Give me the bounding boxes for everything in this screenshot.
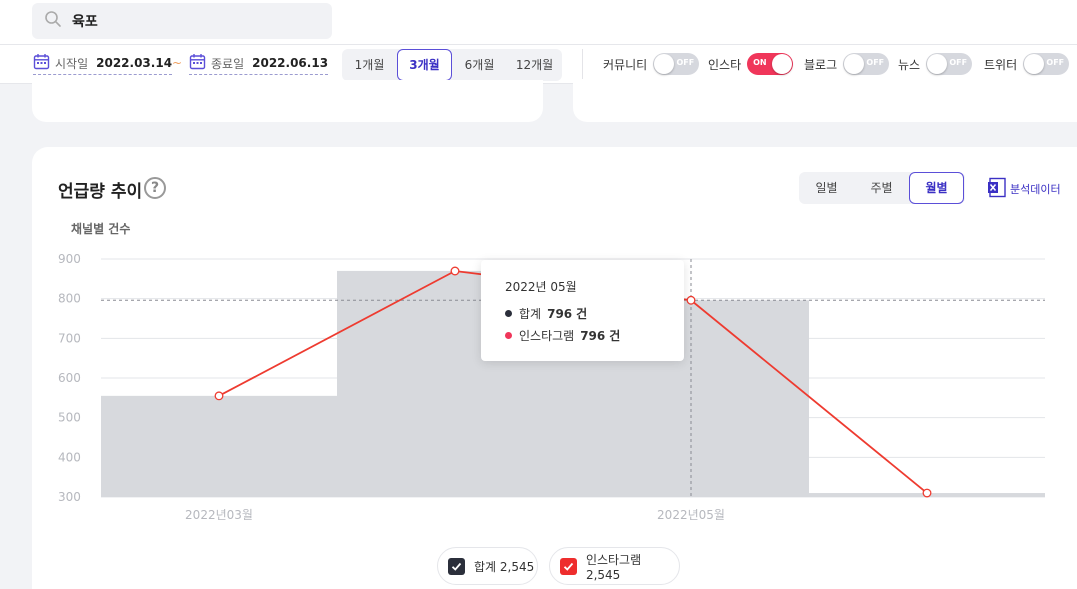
toggle-switch[interactable]: OFF [843,53,890,75]
summary-card-right [573,80,1077,122]
data-point [922,488,932,498]
y-tick-label: 400 [58,450,81,464]
channel-label: 커뮤니티 [603,57,648,72]
y-tick-label: 500 [58,411,81,425]
check-icon [560,557,577,575]
end-date-field[interactable]: 종료일 2022.06.13 [189,53,329,75]
channel-label: 트위터 [984,57,1018,72]
toggle-state: OFF [676,58,695,67]
toggle-state: OFF [866,58,885,67]
legend-label: 합계 2,545 [474,559,535,574]
start-date-label: 시작일 [55,56,89,71]
x-tick-label: 2022년05월 [657,508,725,522]
chart-tooltip: 2022년 05월 합계 796 건 인스타그램 796 건 [481,260,684,361]
y-tick-labels: 900 800 700 600 500 400 300 [58,252,81,504]
legend-toggle-sum[interactable]: 합계 2,545 [437,547,538,585]
toggle-switch[interactable]: ON [747,53,794,75]
channel-toggle-news[interactable]: 뉴스 OFF [898,53,973,75]
search-input[interactable]: 육포 [72,11,98,31]
date-range-separator: ~ [172,56,183,70]
calendar-icon [189,53,211,74]
y-tick-label: 900 [58,252,81,266]
data-point [686,295,696,305]
start-date-value[interactable]: 2022.03.14 [96,56,172,70]
tooltip-title: 2022년 05월 [505,280,577,294]
period-1m-button[interactable]: 1개월 [342,49,397,81]
y-tick-label: 300 [58,490,81,504]
toggle-state: OFF [949,58,968,67]
x-tick-label: 2022년03월 [185,508,253,522]
toggle-switch[interactable]: OFF [653,53,700,75]
tooltip-row-instagram: 인스타그램 796 건 [505,327,620,344]
tooltip-value: 796 [547,306,573,321]
tooltip-unit: 건 [609,329,621,343]
tooltip-series-name: 합계 [519,307,542,321]
period-12m-button[interactable]: 12개월 [507,49,562,81]
toggle-switch[interactable]: OFF [926,53,973,75]
data-point [450,266,460,276]
channel-label: 인스타 [708,57,742,72]
legend-toggle-instagram[interactable]: 인스타그램 2,545 [549,547,680,585]
bar [101,395,337,497]
x-tick-labels: 2022년03월 2022년05월 [185,508,725,522]
start-date-field[interactable]: 시작일 2022.03.14 [33,53,173,75]
divider [582,49,583,79]
channel-label: 블로그 [804,57,838,72]
search-box[interactable]: 육포 [32,3,332,39]
toggle-state: ON [753,58,767,67]
channel-toggle-community[interactable]: 커뮤니티 OFF [603,53,700,75]
toggle-state: OFF [1046,58,1065,67]
period-6m-button[interactable]: 6개월 [452,49,507,81]
toggle-switch[interactable]: OFF [1023,53,1070,75]
end-date-value[interactable]: 2022.06.13 [252,56,328,70]
data-point [214,391,224,401]
channel-toggle-blog[interactable]: 블로그 OFF [804,53,890,75]
search-icon [44,10,62,32]
legend-dot [505,332,512,339]
channel-label: 뉴스 [898,57,921,72]
legend-label: 인스타그램 2,545 [585,552,642,582]
calendar-icon [33,53,55,74]
filter-bar: 시작일 2022.03.14 ~ 종료일 2022.06.13 1개월 3개월 … [0,44,1077,84]
period-3m-button[interactable]: 3개월 [397,49,452,81]
channel-toggle-instagram[interactable]: 인스타 ON [708,53,794,75]
top-bar: 육포 [0,0,1077,44]
tooltip-value: 796 [580,328,606,343]
period-selector: 1개월 3개월 6개월 12개월 [342,49,562,81]
summary-card-left [32,80,543,122]
channel-toggle-twitter[interactable]: 트위터 OFF [984,53,1070,75]
tooltip-series-name: 인스타그램 [519,329,575,343]
tooltip-row-sum: 합계 796 건 [505,305,587,322]
tooltip-unit: 건 [576,307,588,321]
y-tick-label: 700 [58,331,81,345]
end-date-label: 종료일 [211,56,245,71]
check-icon [448,557,465,575]
legend-dot [505,310,512,317]
mention-trend-card: 언급량 추이 ? 일별 주별 월별 분석데이터 채널별 건수 900 800 700… [32,147,1077,589]
y-tick-label: 800 [58,292,81,306]
y-tick-label: 600 [58,371,81,385]
